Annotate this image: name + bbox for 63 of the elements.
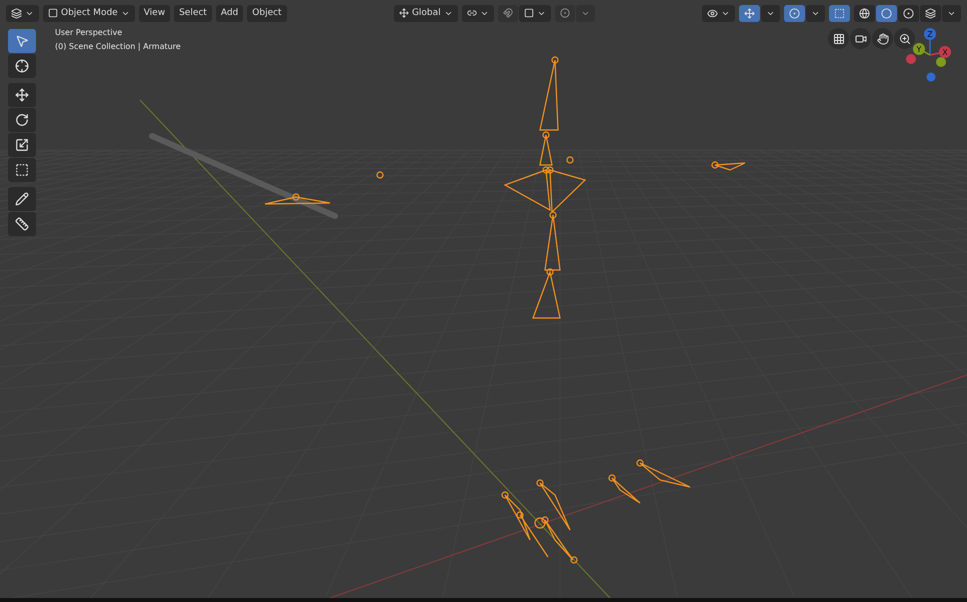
shading-button[interactable]: [876, 4, 898, 22]
zoom-button[interactable]: [894, 28, 915, 49]
xray-toggle[interactable]: [829, 4, 850, 22]
transform-icon: [15, 163, 29, 177]
link-icon: [466, 8, 477, 18]
menu-item[interactable]: View: [138, 4, 170, 22]
solid-shading-icon: [881, 8, 892, 18]
square-icon: [524, 8, 534, 18]
select-tool-button[interactable]: [8, 29, 36, 53]
cursor-icon: [15, 59, 29, 73]
wireframe-shading-icon: [859, 8, 870, 18]
arrows-icon: [744, 8, 756, 18]
proportional-toggle[interactable]: [554, 4, 575, 22]
gizmo-axis-handle[interactable]: Y: [913, 43, 925, 55]
material-shading-icon: [903, 8, 914, 18]
orientation-dropdown[interactable]: Global: [394, 4, 458, 22]
select-icon: [15, 34, 29, 48]
mode-dropdown[interactable]: Object Mode: [43, 4, 135, 22]
gizmo-axis-dot: [936, 57, 946, 67]
snap-dropdown[interactable]: [518, 4, 551, 22]
object-icon: [48, 8, 58, 18]
gizmo-axis-dot: [926, 72, 936, 82]
transform-tool-button[interactable]: [8, 158, 36, 182]
gizmo-z-line: [929, 37, 931, 55]
annotate-tool-button[interactable]: [8, 187, 36, 211]
pan-button[interactable]: [872, 28, 893, 49]
cursor-tool-button[interactable]: [8, 54, 36, 78]
menu-item[interactable]: Object: [247, 4, 287, 22]
shading-button[interactable]: [898, 4, 920, 22]
visibility-dropdown[interactable]: [702, 4, 736, 22]
dot-icon: [560, 8, 570, 18]
measure-tool-button[interactable]: [8, 212, 36, 236]
annotate-icon: [15, 192, 29, 206]
shading-button[interactable]: [854, 4, 876, 22]
gizmo-axis-dot: [906, 54, 916, 64]
viewport-info-text: User Perspective: [55, 28, 124, 37]
grid-view-button[interactable]: [828, 28, 849, 49]
grid-icon: [832, 32, 844, 44]
scale-tool-button[interactable]: [8, 133, 36, 157]
overlay-toggle[interactable]: [784, 4, 806, 22]
circles-icon: [789, 8, 800, 18]
move-icon: [15, 88, 29, 102]
menu-item[interactable]: Select: [174, 4, 212, 22]
rotate-tool-button[interactable]: [8, 108, 36, 132]
eye-icon: [707, 8, 718, 18]
pivot-dropdown[interactable]: [462, 4, 494, 22]
zoom-icon: [898, 32, 910, 44]
gizmo-axis-handle[interactable]: X: [939, 46, 951, 58]
camera-button[interactable]: [850, 28, 871, 49]
move-tool-button[interactable]: [8, 83, 36, 107]
gizmo-axis-handle[interactable]: Z: [924, 28, 936, 40]
camera-icon: [854, 32, 866, 44]
menu-item[interactable]: Add: [216, 4, 244, 22]
snap-toggle[interactable]: [498, 4, 518, 22]
shading-button[interactable]: [920, 4, 942, 22]
rotate-icon: [15, 113, 29, 127]
scale-icon: [15, 138, 29, 152]
magnet-icon: [502, 8, 513, 18]
hand-icon: [876, 32, 888, 44]
viewport-info-text: (0) Scene Collection | Armature: [55, 42, 181, 51]
measure-icon: [15, 217, 29, 231]
editor-type-button[interactable]: [6, 4, 39, 22]
gizmo-toggle[interactable]: [739, 4, 760, 22]
